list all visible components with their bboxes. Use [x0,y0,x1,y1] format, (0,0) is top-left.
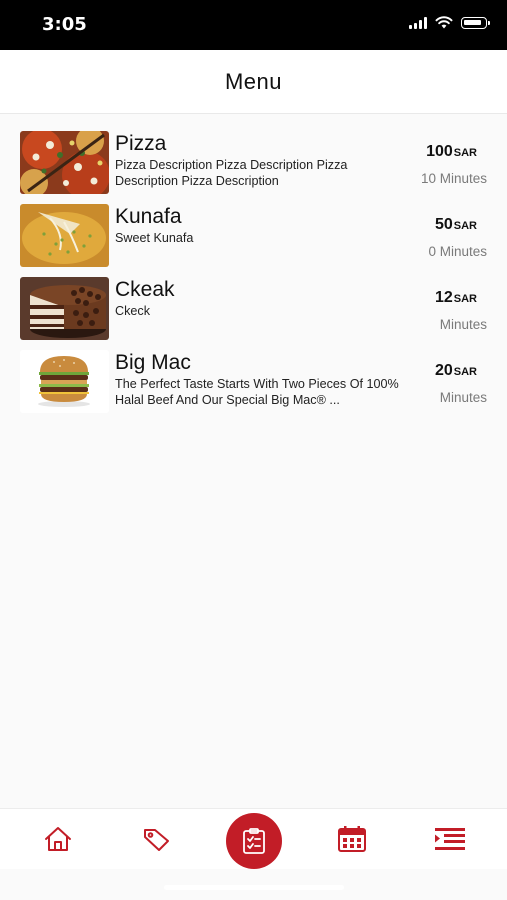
tag-icon [144,829,169,851]
menu-item-big-mac[interactable]: Big Mac The Perfect Taste Starts With Tw… [0,350,507,423]
item-price: 100SAR [426,143,477,160]
calendar-icon [338,826,366,852]
item-name: Big Mac [115,351,191,374]
item-prep-time: Minutes [439,317,487,332]
item-prep-time: 10 Minutes [420,171,487,186]
home-icon [45,827,71,851]
clipboard-icon [243,828,265,854]
app-header: Menu [0,50,507,114]
item-price: 50SAR [434,216,477,233]
item-name: Pizza [115,132,167,155]
status-time: 3:05 [42,14,87,35]
menu-item-ckeak[interactable]: Ckeak Ckeck 12SAR Minutes [0,277,507,350]
item-description: The Perfect Taste Starts With Two Pieces… [115,377,399,407]
item-prep-time: Minutes [439,390,487,405]
item-description: Ckeck [115,304,150,318]
nav-home-button[interactable] [36,817,80,861]
nav-calendar-button[interactable] [330,817,374,861]
item-price: 12SAR [434,289,477,306]
nav-offers-button[interactable] [134,817,178,861]
item-price: 20SAR [434,362,477,379]
home-indicator [164,885,344,890]
menu-list: Pizza Pizza Description Pizza Descriptio… [0,131,507,423]
signal-icon [409,16,427,29]
item-prep-time: 0 Minutes [428,244,487,259]
screen: 3:05 Menu Pizza Pizza Description Pizza … [0,0,507,900]
status-icons [409,16,490,29]
page-title: Menu [224,68,283,94]
nav-more-button[interactable] [428,817,472,861]
item-description: Sweet Kunafa [115,231,194,245]
pizza-image [20,131,109,194]
menu-item-kunafa[interactable]: Kunafa Sweet Kunafa 50SAR 0 Minutes [0,204,507,277]
kunafa-image [20,204,109,267]
item-name: Ckeak [115,278,175,301]
battery-icon [461,16,490,29]
wifi-icon [435,16,453,29]
menu-list-icon [435,828,465,850]
status-bar: 3:05 [0,0,507,50]
cake-image [20,277,109,340]
nav-menu-button[interactable] [226,813,282,869]
menu-item-pizza[interactable]: Pizza Pizza Description Pizza Descriptio… [0,131,507,204]
bottom-nav [0,808,507,869]
item-name: Kunafa [115,205,182,228]
item-description: Pizza Description Pizza Description Pizz… [115,158,348,188]
big-mac-image [20,350,109,413]
